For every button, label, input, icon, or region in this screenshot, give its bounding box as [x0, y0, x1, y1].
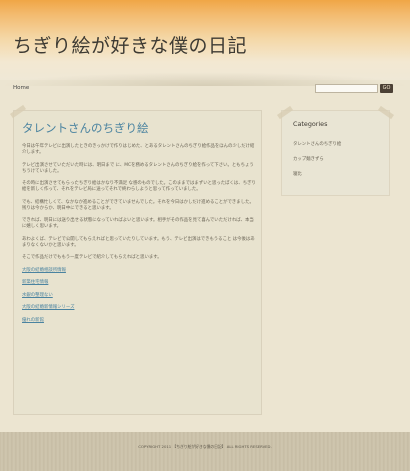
category-item[interactable]: カップ麺きずら — [293, 156, 324, 162]
tape-decoration — [378, 105, 394, 120]
post-paragraph: そこで作品だけでももう一度テレビで紹介してもらえればと思います。 — [22, 255, 162, 261]
post-container: タレントさんのちぎり絵 今日は午年テレビに出演したときのきっかけで作りはじめた、… — [10, 104, 262, 415]
search-input[interactable] — [315, 84, 378, 93]
site-footer: COPYRIGHT 2011 【ちぎり絵が好きな僕の日記】 ALL RIGHTS… — [0, 432, 410, 471]
categories-title: Categories — [293, 120, 328, 128]
post-link[interactable]: 優れの新館 — [22, 318, 256, 324]
post-link[interactable]: 大阪の結婚新情報シリーズ — [22, 305, 256, 311]
post-paragraph: できれば、明日には送り出せる状態になっていればよいと思います。相手がその作品を見… — [22, 218, 254, 230]
post-link[interactable]: 水銀の整理ない — [22, 293, 256, 299]
copyright-text: COPYRIGHT 2011 【ちぎり絵が好きな僕の日記】 ALL RIGHTS… — [138, 444, 272, 449]
post-paragraph: あわよくば、テレビで公開してもらえればと思っていたりしています。もう、テレビ出演… — [22, 236, 255, 248]
site-header: ちぎり絵が好きな僕の日記 — [0, 0, 410, 80]
post-link[interactable]: 大阪の結婚相談所情報 — [22, 268, 256, 274]
nav-bar: Home GO — [0, 84, 410, 98]
category-item[interactable]: 寝比 — [293, 171, 302, 177]
categories-widget: Categories タレントさんのちぎり絵 カップ麺きずら 寝比 — [277, 105, 394, 196]
site-title[interactable]: ちぎり絵が好きな僕の日記 — [13, 31, 247, 58]
tape-decoration — [277, 105, 293, 120]
post-paragraph: 今日は午年テレビに出演したときのきっかけで作りはじめた、とあるタレントさんのちぎ… — [22, 144, 255, 156]
nav-home-link[interactable]: Home — [13, 85, 29, 91]
search-button[interactable]: GO — [380, 84, 393, 93]
post-link[interactable]: 新築住宅情報 — [22, 280, 256, 286]
post-paragraph: テレビ出演させていただいた時には、明日まで に、MCを務めるタレントさんのちぎり… — [22, 162, 254, 174]
tape-decoration — [10, 104, 26, 119]
post-body: 今日は午年テレビに出演したときのきっかけで作りはじめた、とあるタレントさんのちぎ… — [22, 144, 256, 330]
category-item[interactable]: タレントさんのちぎり絵 — [293, 141, 341, 147]
post-paragraph: その時に出演させてもらったちぎり絵はかなり不満足 な感のものでした。このままでは… — [22, 181, 256, 193]
post-title[interactable]: タレントさんのちぎり絵 — [22, 120, 149, 136]
post-paragraph: でも、結構忙しくて、なかなか進めることができていませんでした。それを今日はかしだ… — [22, 199, 254, 211]
